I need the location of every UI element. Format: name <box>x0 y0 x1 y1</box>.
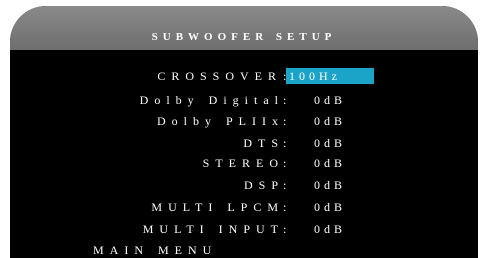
menu-row-multi-input[interactable]: MULTI INPUT : 0dB <box>10 221 478 237</box>
menu-row-value: 0dB <box>314 136 347 150</box>
menu-row-multi-lpcm[interactable]: MULTI LPCM : 0dB <box>10 199 478 215</box>
menu-row-dts[interactable]: DTS : 0dB <box>10 135 478 151</box>
menu-row-colon: : <box>283 222 287 236</box>
menu-row-colon: : <box>283 114 287 128</box>
menu-row-dsp[interactable]: DSP : 0dB <box>10 177 478 193</box>
menu-row-label: Dolby PLIIx <box>157 114 284 128</box>
menu-row-value: 0dB <box>314 93 347 107</box>
osd-header <box>10 6 478 50</box>
menu-row-stereo[interactable]: STEREO : 0dB <box>10 155 478 171</box>
menu-row-label: MULTI LPCM <box>151 200 284 214</box>
crossover-value-selected[interactable]: 100Hz <box>286 68 374 84</box>
menu-row-label: CROSSOVER <box>157 69 282 83</box>
main-menu-link[interactable]: MAIN MENU <box>93 242 217 258</box>
menu-row-value: 0dB <box>314 222 347 236</box>
menu-row-label: DSP <box>243 178 284 192</box>
menu-row-label: Dolby Digital <box>139 93 284 107</box>
menu-row-colon: : <box>283 200 287 214</box>
menu-row-colon: : <box>283 178 287 192</box>
menu-row-value: 0dB <box>314 114 347 128</box>
menu-row-label: DTS <box>243 136 284 150</box>
menu-row-value: 0dB <box>314 156 347 170</box>
menu-row-colon: : <box>283 136 287 150</box>
menu-row-colon: : <box>283 93 287 107</box>
menu-row-value: 0dB <box>314 200 347 214</box>
menu-row-colon: : <box>283 156 287 170</box>
menu-row-value: 0dB <box>314 178 347 192</box>
menu-row-dolby-pliix[interactable]: Dolby PLIIx : 0dB <box>10 113 478 129</box>
menu-row-crossover[interactable]: CROSSOVER : 100Hz <box>10 68 478 84</box>
menu-row-dolby-digital[interactable]: Dolby Digital : 0dB <box>10 92 478 108</box>
osd-screen: SUBWOOFER SETUP CROSSOVER : 100Hz Dolby … <box>10 6 478 258</box>
menu-row-label: STEREO <box>202 156 284 170</box>
page-title: SUBWOOFER SETUP <box>151 31 337 43</box>
menu-row-label: MULTI INPUT <box>142 222 284 236</box>
